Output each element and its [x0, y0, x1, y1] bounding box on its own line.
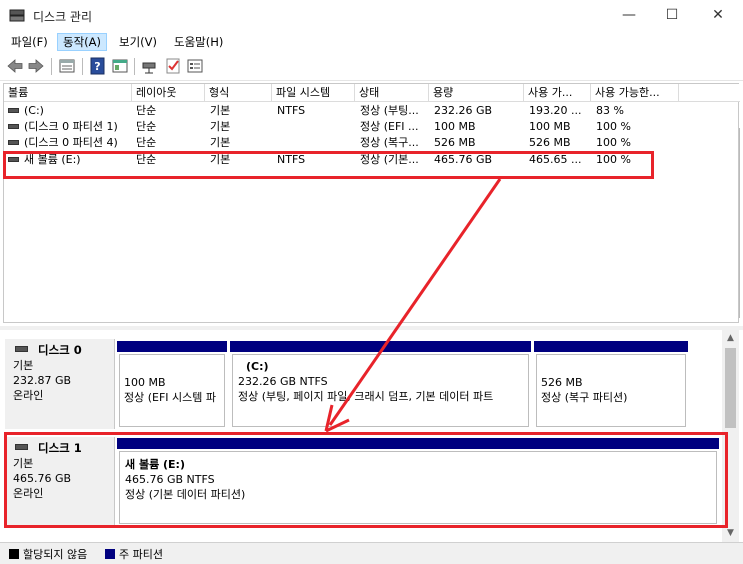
- volume-name: (디스크 0 파티션 1): [24, 120, 118, 133]
- legend-primary-partition: 주 파티션: [119, 548, 163, 561]
- volume-percent-free: 83 %: [596, 104, 624, 117]
- col-header-type[interactable]: 형식: [205, 84, 272, 102]
- disk-0-label[interactable]: 디스크 0 기본 232.87 GB 온라인: [5, 339, 115, 429]
- volume-filesystem: NTFS: [277, 104, 306, 117]
- svg-text:?: ?: [94, 60, 100, 73]
- partition-status: 정상 (EFI 시스템 파: [124, 391, 217, 404]
- volume-name: (C:): [24, 104, 44, 117]
- volume-icon: [8, 140, 19, 145]
- col-header-free-space[interactable]: 사용 가...: [524, 84, 591, 102]
- partition-title: (C:): [246, 360, 269, 373]
- highlight-box-volume-e: [3, 151, 654, 179]
- legend-bar: 할당되지 않음 주 파티션: [0, 542, 743, 564]
- menu-bar: 파일(F) 동작(A) 보기(V) 도움말(H): [0, 31, 743, 53]
- primary-partition-band: [230, 341, 531, 352]
- partition-size: 526 MB: [541, 376, 583, 389]
- disk-type: 기본: [13, 359, 34, 372]
- col-header-volume[interactable]: 볼륨: [4, 84, 132, 102]
- scroll-thumb[interactable]: [725, 348, 736, 428]
- col-header-capacity[interactable]: 용량: [429, 84, 524, 102]
- volume-type: 기본: [210, 120, 231, 133]
- volume-filesystem: [277, 119, 355, 135]
- volume-percent-free: 100 %: [596, 120, 631, 133]
- volume-type: 기본: [210, 104, 231, 117]
- list-view-icon[interactable]: [58, 57, 76, 75]
- partition-size: 232.26 GB NTFS: [238, 375, 328, 388]
- disk-icon: [15, 346, 28, 352]
- volume-row[interactable]: (디스크 0 파티션 4) 단순 기본 정상 (복구... 526 MB 526…: [4, 135, 740, 151]
- unallocated-swatch: [9, 549, 19, 559]
- maximize-button[interactable]: ☐: [661, 6, 683, 24]
- menu-file[interactable]: 파일(F): [6, 33, 53, 51]
- volume-icon: [8, 108, 19, 113]
- col-header-filesystem[interactable]: 파일 시스템: [272, 84, 355, 102]
- highlight-box-disk-1: [4, 432, 728, 528]
- toolbar: ?: [0, 53, 743, 81]
- volume-free-space: 526 MB: [529, 136, 571, 149]
- forward-arrow-icon[interactable]: [27, 57, 45, 75]
- volume-layout: 단순: [136, 136, 157, 149]
- volume-layout: 단순: [136, 104, 157, 117]
- title-bar: 디스크 관리 — ☐ ✕: [0, 0, 743, 31]
- volume-layout: 단순: [136, 120, 157, 133]
- partition-disk0-c[interactable]: (C:) 232.26 GB NTFS 정상 (부팅, 페이지 파일, 크래시 …: [230, 341, 531, 429]
- disk-name: 디스크 0: [38, 343, 82, 357]
- volume-row[interactable]: (C:) 단순 기본 NTFS 정상 (부팅... 232.26 GB 193.…: [4, 103, 740, 119]
- volume-type: 기본: [210, 136, 231, 149]
- primary-partition-band: [534, 341, 688, 352]
- window-edge: [739, 128, 743, 318]
- volume-percent-free: 100 %: [596, 136, 631, 149]
- help-icon[interactable]: ?: [89, 57, 107, 75]
- volume-status: 정상 (EFI ...: [360, 120, 419, 133]
- volume-list-header: 볼륨 레이아웃 형식 파일 시스템 상태 용량 사용 가... 사용 가능한..…: [4, 84, 740, 102]
- col-header-status[interactable]: 상태: [355, 84, 429, 102]
- partition-size: 100 MB: [124, 376, 166, 389]
- toolbar-separator: [134, 58, 135, 75]
- disk-status: 온라인: [13, 389, 44, 402]
- disk-management-icon: [9, 9, 25, 22]
- disk-connect-icon[interactable]: [141, 57, 159, 75]
- toolbar-separator: [51, 58, 52, 75]
- col-header-layout[interactable]: 레이아웃: [132, 84, 205, 102]
- volume-name: (디스크 0 파티션 4): [24, 136, 118, 149]
- menu-action[interactable]: 동작(A): [57, 33, 107, 51]
- properties-icon[interactable]: [111, 57, 129, 75]
- toolbar-separator: [82, 58, 83, 75]
- partition-status: 정상 (복구 파티션): [541, 391, 628, 404]
- volume-filesystem: [277, 135, 355, 151]
- primary-partition-band: [117, 341, 227, 352]
- settings-panel-icon[interactable]: [186, 57, 204, 75]
- menu-view[interactable]: 보기(V): [114, 33, 162, 51]
- window-title: 디스크 관리: [33, 10, 93, 24]
- back-arrow-icon[interactable]: [6, 57, 24, 75]
- volume-free-space: 193.20 ...: [529, 104, 582, 117]
- volume-free-space: 100 MB: [529, 120, 571, 133]
- disk-size: 232.87 GB: [13, 374, 72, 387]
- volume-capacity: 100 MB: [434, 120, 476, 133]
- partition-disk0-recovery[interactable]: 526 MB 정상 (복구 파티션): [534, 341, 688, 429]
- partition-disk0-efi[interactable]: 100 MB 정상 (EFI 시스템 파: [117, 341, 227, 429]
- close-button[interactable]: ✕: [707, 6, 729, 24]
- volume-status: 정상 (복구...: [360, 136, 419, 149]
- minimize-button[interactable]: —: [618, 6, 640, 24]
- volume-status: 정상 (부팅...: [360, 104, 419, 117]
- volume-row[interactable]: (디스크 0 파티션 1) 단순 기본 정상 (EFI ... 100 MB 1…: [4, 119, 740, 135]
- primary-partition-swatch: [105, 549, 115, 559]
- col-header-percent-free[interactable]: 사용 가능한...: [591, 84, 679, 102]
- check-icon[interactable]: [164, 57, 182, 75]
- volume-icon: [8, 124, 19, 129]
- partition-status: 정상 (부팅, 페이지 파일, 크래시 덤프, 기본 데이터 파트: [238, 390, 494, 403]
- legend-unallocated: 할당되지 않음: [23, 548, 88, 561]
- menu-help[interactable]: 도움말(H): [169, 33, 228, 51]
- volume-capacity: 526 MB: [434, 136, 476, 149]
- volume-capacity: 232.26 GB: [434, 104, 493, 117]
- volume-list: 볼륨 레이아웃 형식 파일 시스템 상태 용량 사용 가... 사용 가능한..…: [3, 83, 740, 323]
- scroll-up-icon[interactable]: ▲: [722, 330, 739, 347]
